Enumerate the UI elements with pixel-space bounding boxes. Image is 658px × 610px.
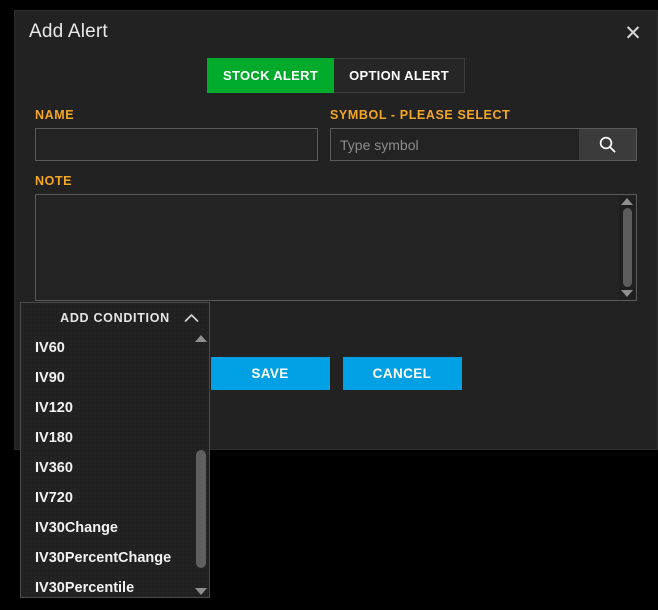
list-item[interactable]: IV90 xyxy=(21,363,193,393)
tab-stock-alert[interactable]: STOCK ALERT xyxy=(207,58,335,93)
search-icon[interactable] xyxy=(579,128,637,161)
chevron-up-icon[interactable] xyxy=(184,312,199,326)
scroll-up-arrow-icon[interactable] xyxy=(621,198,633,205)
save-button[interactable]: SAVE xyxy=(210,357,330,390)
symbol-input[interactable] xyxy=(330,128,579,161)
note-label: NOTE xyxy=(35,174,73,188)
symbol-input-wrap xyxy=(330,128,637,161)
cancel-button[interactable]: CANCEL xyxy=(342,357,462,390)
scroll-up-arrow-icon[interactable] xyxy=(195,335,207,342)
list-item[interactable]: IV30Change xyxy=(21,513,193,543)
tab-option-alert[interactable]: OPTION ALERT xyxy=(334,58,465,93)
name-field-group: NAME xyxy=(35,108,318,161)
symbol-field-group: SYMBOL - PLEASE SELECT xyxy=(330,108,637,161)
name-input[interactable] xyxy=(35,128,318,161)
note-textarea[interactable] xyxy=(36,195,636,300)
page-title: Add Alert xyxy=(29,21,108,42)
condition-scrollbar-thumb[interactable] xyxy=(196,450,206,569)
scroll-down-arrow-icon[interactable] xyxy=(621,290,633,297)
add-condition-header[interactable]: ADD CONDITION xyxy=(21,303,209,333)
condition-list-scrollbar[interactable] xyxy=(193,333,209,597)
list-item[interactable]: IV30PercentChange xyxy=(21,543,193,573)
add-condition-label: ADD CONDITION xyxy=(60,311,170,325)
note-box xyxy=(35,194,637,301)
list-item[interactable]: IV30Percentile xyxy=(21,573,193,597)
note-field-group: NOTE xyxy=(35,174,637,301)
name-label: NAME xyxy=(35,108,75,122)
alert-type-tabs: STOCK ALERT OPTION ALERT xyxy=(15,58,657,93)
modal-header: Add Alert ✕ xyxy=(15,11,657,53)
note-scrollbar-thumb[interactable] xyxy=(622,208,632,287)
list-item[interactable]: IV180 xyxy=(21,423,193,453)
condition-scrollbar-track[interactable] xyxy=(193,342,209,588)
name-symbol-row: NAME SYMBOL - PLEASE SELECT xyxy=(35,108,637,161)
list-item[interactable]: IV60 xyxy=(21,333,193,363)
condition-list: IV60 IV90 IV120 IV180 IV360 IV720 IV30Ch… xyxy=(21,333,209,597)
list-item[interactable]: IV120 xyxy=(21,393,193,423)
close-icon[interactable]: ✕ xyxy=(619,19,647,47)
scroll-down-arrow-icon[interactable] xyxy=(195,588,207,595)
note-scrollbar[interactable] xyxy=(619,196,635,299)
list-item[interactable]: IV360 xyxy=(21,453,193,483)
symbol-label: SYMBOL - PLEASE SELECT xyxy=(330,108,511,122)
list-item[interactable]: IV720 xyxy=(21,483,193,513)
add-condition-dropdown: ADD CONDITION IV60 IV90 IV120 IV180 IV36… xyxy=(20,302,210,598)
app-root: Add Alert ✕ STOCK ALERT OPTION ALERT NAM… xyxy=(0,0,658,610)
